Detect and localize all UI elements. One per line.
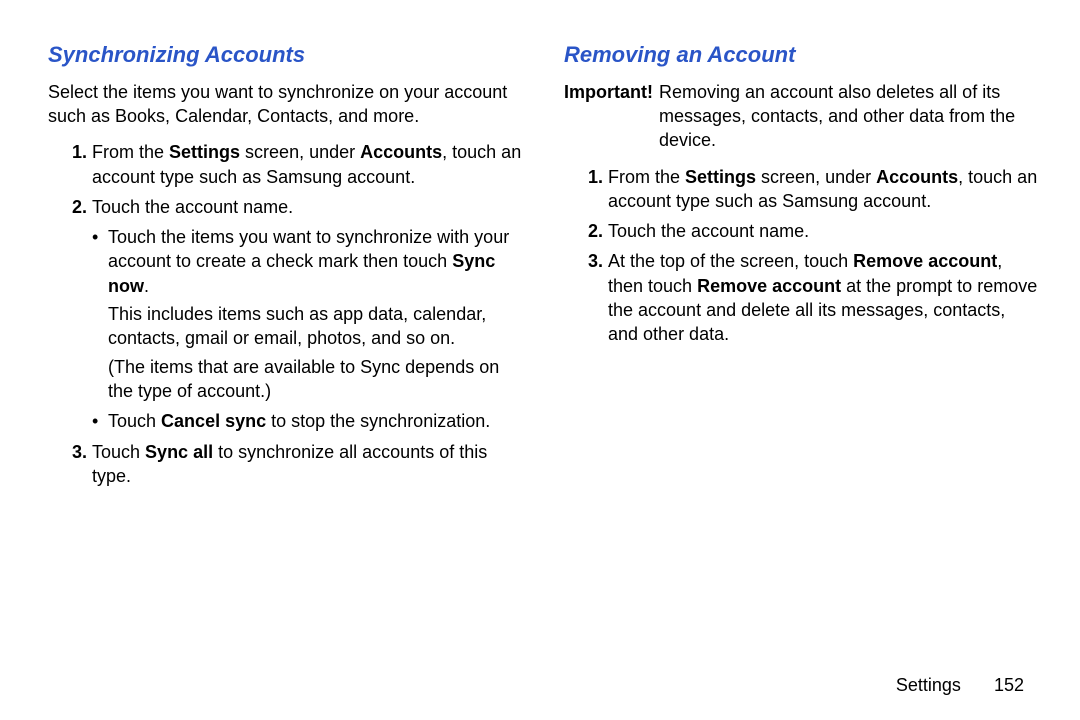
- remove-step-1: From the Settings screen, under Accounts…: [608, 165, 1040, 214]
- sync-bullet-1: Touch the items you want to synchronize …: [92, 225, 524, 403]
- heading-sync: Synchronizing Accounts: [48, 40, 524, 70]
- text: .: [144, 276, 149, 296]
- sync-steps: From the Settings screen, under Accounts…: [48, 140, 524, 488]
- bold-settings: Settings: [685, 167, 756, 187]
- important-label: Important!: [564, 80, 653, 153]
- bold-remove-account: Remove account: [853, 251, 997, 271]
- footer-section: Settings: [896, 675, 961, 695]
- page-footer: Settings 152: [896, 675, 1024, 696]
- text: screen, under: [756, 167, 876, 187]
- footer-page-number: 152: [994, 675, 1024, 695]
- bold-remove-account: Remove account: [697, 276, 841, 296]
- text: From the: [92, 142, 169, 162]
- text: Touch the items you want to synchronize …: [108, 227, 509, 271]
- sync-step-1: From the Settings screen, under Accounts…: [92, 140, 524, 189]
- bold-accounts: Accounts: [876, 167, 958, 187]
- sync-step-2: Touch the account name. Touch the items …: [92, 195, 524, 434]
- bold-accounts: Accounts: [360, 142, 442, 162]
- manual-page: Synchronizing Accounts Select the items …: [0, 0, 1080, 660]
- bold-settings: Settings: [169, 142, 240, 162]
- left-column: Synchronizing Accounts Select the items …: [48, 40, 524, 640]
- sync-note-2: (The items that are available to Sync de…: [108, 355, 524, 404]
- text: At the top of the screen, touch: [608, 251, 853, 271]
- heading-remove: Removing an Account: [564, 40, 1040, 70]
- text: Touch the account name.: [608, 221, 809, 241]
- important-body: Removing an account also deletes all of …: [659, 80, 1040, 153]
- right-column: Removing an Account Important! Removing …: [564, 40, 1040, 640]
- sync-note-1: This includes items such as app data, ca…: [108, 302, 524, 351]
- important-note: Important! Removing an account also dele…: [564, 80, 1040, 153]
- sync-sub-bullets: Touch the items you want to synchronize …: [92, 225, 524, 433]
- sync-step-3: Touch Sync all to synchronize all accoun…: [92, 440, 524, 489]
- remove-step-2: Touch the account name.: [608, 219, 1040, 243]
- text: screen, under: [240, 142, 360, 162]
- bold-cancel-sync: Cancel sync: [161, 411, 266, 431]
- text: to stop the synchronization.: [266, 411, 490, 431]
- text: From the: [608, 167, 685, 187]
- bold-sync-all: Sync all: [145, 442, 213, 462]
- text: Touch: [108, 411, 161, 431]
- sync-bullet-2: Touch Cancel sync to stop the synchroniz…: [92, 409, 524, 433]
- remove-step-3: At the top of the screen, touch Remove a…: [608, 249, 1040, 346]
- sync-intro: Select the items you want to synchronize…: [48, 80, 524, 129]
- remove-steps: From the Settings screen, under Accounts…: [564, 165, 1040, 347]
- text: Touch the account name.: [92, 197, 293, 217]
- text: Touch: [92, 442, 145, 462]
